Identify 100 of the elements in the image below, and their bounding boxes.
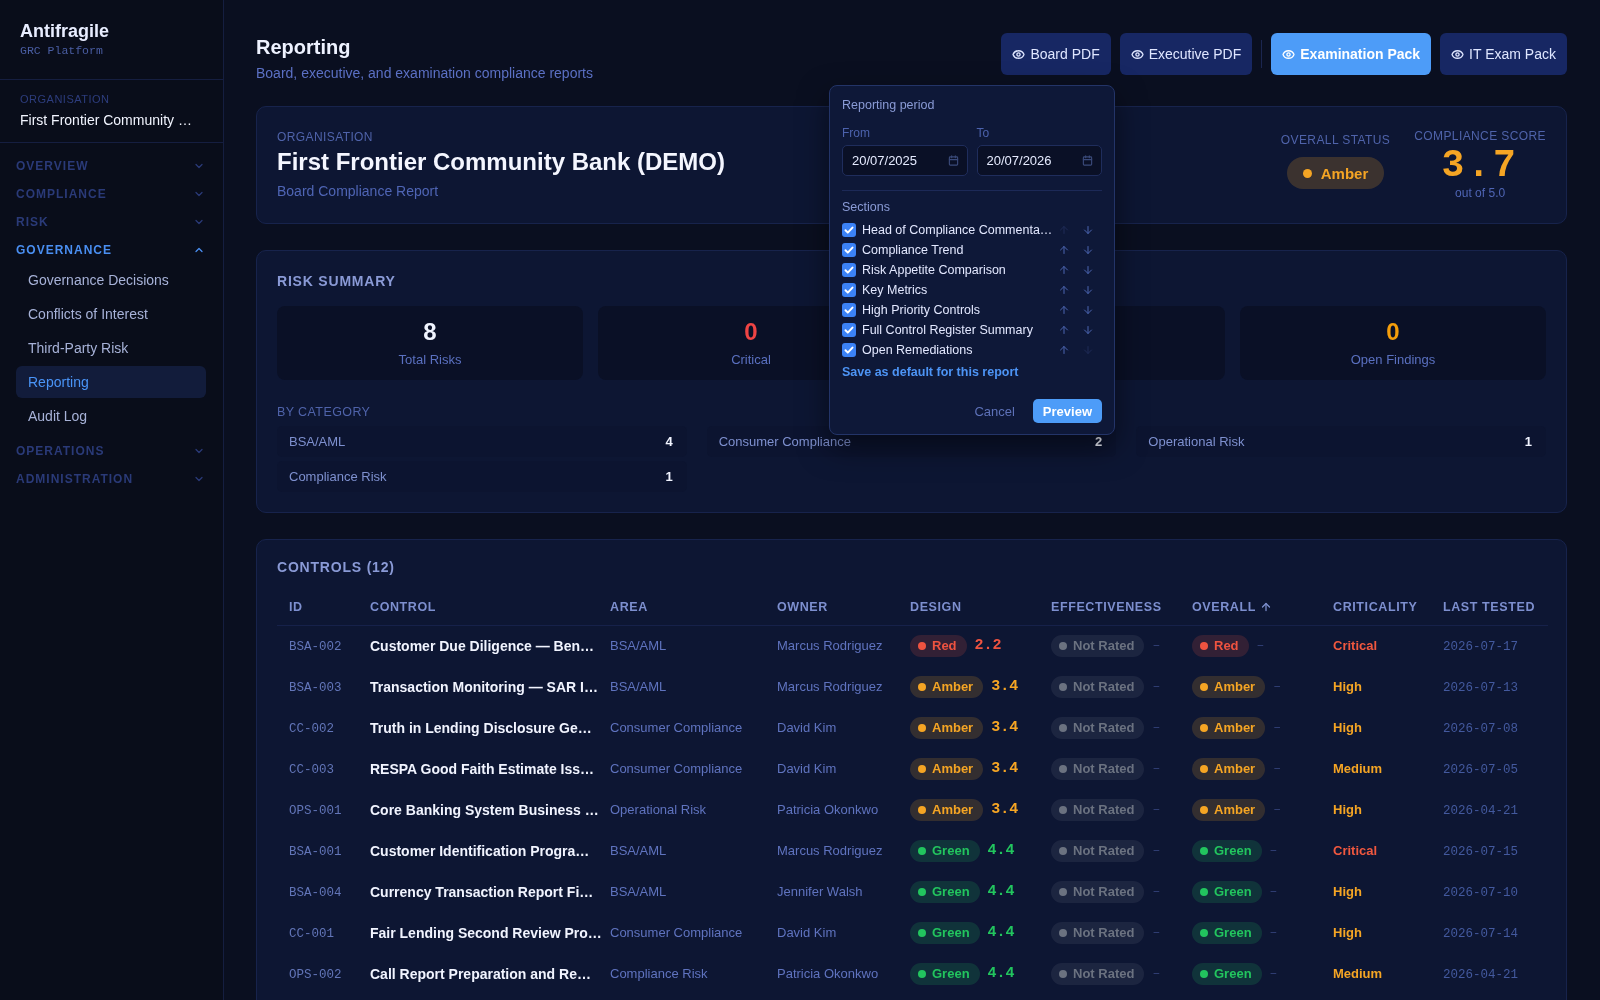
control-owner: David Kim <box>777 761 837 776</box>
control-name: RESPA Good Faith Estimate Iss… <box>370 760 595 777</box>
arrow-down-icon[interactable] <box>1082 304 1094 316</box>
report-name: Board Compliance Report <box>277 181 439 201</box>
column-header[interactable]: OVERALL <box>1180 589 1321 625</box>
arrow-down-icon[interactable] <box>1082 264 1094 276</box>
rating-label: Amber <box>1214 802 1256 817</box>
control-name: Customer Identification Progra… <box>370 842 590 859</box>
column-header[interactable]: OWNER <box>765 589 898 625</box>
control-area: Consumer Compliance <box>610 761 743 776</box>
rating-score: – <box>1256 638 1265 654</box>
compliance-score: 3.7 <box>1441 146 1519 186</box>
stat-label: Critical <box>731 351 771 369</box>
report-button[interactable]: Executive PDF <box>1119 33 1253 75</box>
checkbox[interactable] <box>842 283 856 297</box>
category-name: Operational Risk <box>1148 434 1245 449</box>
rating-score: – <box>1269 966 1278 981</box>
nav-item[interactable]: Conflicts of Interest <box>16 298 206 330</box>
arrow-up-icon[interactable] <box>1058 284 1070 296</box>
arrow-up-icon[interactable] <box>1058 344 1070 356</box>
organisation-name[interactable]: First Frontier Community … <box>20 110 192 130</box>
nav-item[interactable]: Reporting <box>16 366 206 398</box>
criticality-label: Critical <box>1333 843 1378 858</box>
rating-score: – <box>1269 843 1278 858</box>
rating-score: 3.4 <box>991 719 1019 736</box>
category-heading: BY CATEGORY <box>277 404 371 420</box>
checkbox[interactable] <box>842 303 856 317</box>
rating-score: 3.4 <box>991 801 1019 818</box>
cancel-button[interactable]: Cancel <box>968 399 1021 423</box>
control-owner: Marcus Rodriguez <box>777 843 883 858</box>
column-header[interactable]: LAST TESTED <box>1431 589 1548 625</box>
rating-label: Not Rated <box>1073 679 1135 694</box>
nav-item[interactable]: Governance Decisions <box>16 264 206 296</box>
category-count: 1 <box>1524 434 1532 449</box>
date-field[interactable]: 20/07/2025 <box>842 145 968 176</box>
rating-label: Amber <box>1214 761 1256 776</box>
rating-label: Green <box>1214 966 1252 981</box>
last-tested-date: 2026-07-05 <box>1443 762 1518 777</box>
last-tested-date: 2026-07-15 <box>1443 844 1518 859</box>
save-default-link[interactable]: Save as default for this report <box>842 364 1019 380</box>
page-subtitle: Board, executive, and examination compliance reports <box>256 64 593 83</box>
report-button[interactable]: Board PDF <box>1001 33 1111 75</box>
brand-name: Antifragile <box>20 20 109 42</box>
category-name: Consumer Compliance <box>718 434 851 449</box>
control-name: Fair Lending Second Review Pro… <box>370 924 602 941</box>
rating-score: – <box>1152 925 1161 940</box>
control-id: CC-001 <box>289 926 334 941</box>
stat-value: 0 <box>744 317 758 347</box>
arrow-down-icon[interactable] <box>1082 224 1095 236</box>
arrow-down-icon[interactable] <box>1082 324 1094 336</box>
control-area: Compliance Risk <box>610 966 708 981</box>
arrow-down-icon[interactable] <box>1082 244 1094 256</box>
report-button[interactable]: IT Exam Pack <box>1440 33 1567 75</box>
rating-label: Amber <box>932 679 974 694</box>
status-value: Amber <box>1320 164 1369 182</box>
arrow-up-icon[interactable] <box>1058 244 1070 256</box>
calendar-icon[interactable] <box>947 155 959 166</box>
column-header[interactable]: AREA <box>598 589 765 625</box>
rating-score: – <box>1273 679 1281 694</box>
column-header[interactable]: EFFECTIVENESS <box>1039 589 1180 625</box>
section-title: CONTROLS (12) <box>277 558 395 577</box>
arrow-up-icon[interactable] <box>1058 264 1070 276</box>
date-field[interactable]: 20/07/2026 <box>976 145 1102 176</box>
control-name: Core Banking System Business … <box>370 801 599 818</box>
column-header[interactable]: CRITICALITY <box>1321 589 1431 625</box>
rating-label: Not Rated <box>1073 884 1135 899</box>
control-area: BSA/AML <box>610 843 667 858</box>
control-owner: David Kim <box>777 925 837 940</box>
section-label: Key Metrics <box>862 282 929 298</box>
rating-score: 3.4 <box>991 678 1019 695</box>
nav-item[interactable]: Audit Log <box>16 400 206 432</box>
column-header[interactable]: ID <box>277 589 358 625</box>
checkbox[interactable] <box>842 323 856 337</box>
control-area: BSA/AML <box>610 638 667 654</box>
last-tested-date: 2026-04-21 <box>1443 803 1518 818</box>
rating-label: Green <box>1214 925 1252 940</box>
rating-score: – <box>1152 966 1161 981</box>
checkbox[interactable] <box>842 243 856 257</box>
arrow-down-icon[interactable] <box>1082 284 1094 296</box>
sections-heading: Sections <box>842 200 890 214</box>
organisation-label: ORGANISATION <box>20 92 110 106</box>
column-header[interactable]: DESIGN <box>898 589 1039 625</box>
checkbox[interactable] <box>842 263 856 277</box>
arrow-up-icon[interactable] <box>1058 304 1070 316</box>
nav-group[interactable]: GOVERNANCE <box>12 236 209 264</box>
checkbox[interactable] <box>842 343 856 357</box>
stat-value: 0 <box>1386 317 1400 347</box>
nav-item[interactable]: Third-Party Risk <box>16 332 206 364</box>
rating-label: Not Rated <box>1073 761 1135 776</box>
calendar-icon[interactable] <box>1082 155 1093 166</box>
checkbox[interactable] <box>842 223 856 237</box>
rating-score: – <box>1152 802 1161 817</box>
control-area: BSA/AML <box>610 679 667 694</box>
column-header[interactable]: CONTROL <box>358 589 598 625</box>
arrow-up-icon[interactable] <box>1058 324 1070 336</box>
last-tested-date: 2026-07-10 <box>1443 885 1518 900</box>
rating-score: – <box>1273 720 1281 735</box>
rating-score: 4.4 <box>987 924 1015 941</box>
section-label: Open Remediations <box>862 342 974 358</box>
eye-icon <box>1451 47 1465 61</box>
